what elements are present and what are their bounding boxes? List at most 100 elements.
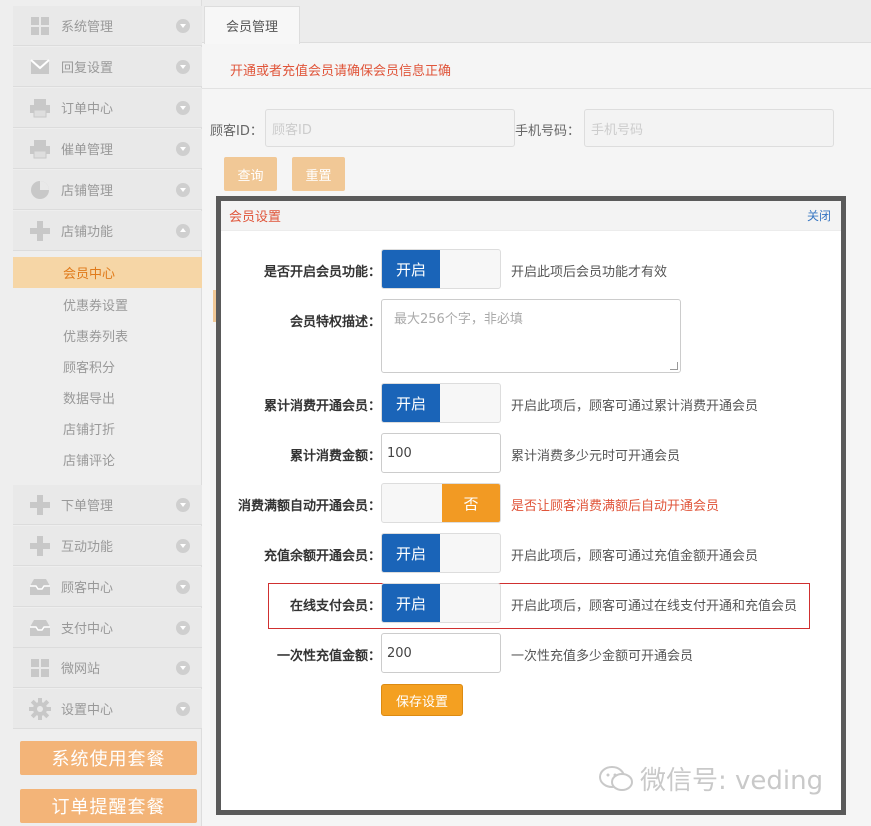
sidebar-item-label: 回复设置 <box>61 61 114 76</box>
submenu-member-center[interactable]: 会员中心 <box>13 257 202 288</box>
toggle-on-label: 开启 <box>382 384 440 422</box>
privilege-desc-label: 会员特权描述： <box>289 315 381 330</box>
auto-open-toggle[interactable]: 否 <box>381 483 501 523</box>
auto-open-hint: 是否让顾客消费满额后自动开通会员 <box>511 499 720 514</box>
submenu-data-export[interactable]: 数据导出 <box>13 382 202 413</box>
online-pay-hint: 开启此项后，顾客可通过在线支付开通和充值会员 <box>511 599 798 614</box>
inbox-icon <box>29 618 51 638</box>
resize-grip-icon[interactable] <box>670 362 678 370</box>
chevron-down-icon <box>176 579 190 594</box>
chevron-down-icon <box>176 538 190 553</box>
sidebar-item-label: 店铺功能 <box>61 225 114 240</box>
sidebar-item-label: 订单中心 <box>61 102 114 117</box>
sidebar-item-label: 店铺管理 <box>61 184 114 199</box>
online-pay-toggle[interactable]: 开启 <box>381 583 501 623</box>
one-time-amount-label: 一次性充值金额： <box>276 649 381 664</box>
customer-id-input[interactable]: 顾客ID <box>265 109 515 147</box>
query-button[interactable]: 查询 <box>224 157 277 191</box>
sidebar: 系统管理 回复设置 订单中心 催单管理 店铺管理 店铺功能 会员中心 优惠券设置… <box>0 0 202 826</box>
phone-input[interactable]: 手机号码 <box>584 109 834 147</box>
sidebar-item-customer-center[interactable]: 顾客中心 <box>13 567 202 607</box>
sidebar-item-orders[interactable]: 订单中心 <box>13 88 202 128</box>
chevron-down-icon <box>176 620 190 635</box>
gear-icon <box>29 697 51 720</box>
sidebar-item-store[interactable]: 店铺管理 <box>13 170 202 210</box>
pie-chart-icon <box>29 180 51 200</box>
sidebar-item-label: 下单管理 <box>61 499 114 514</box>
submenu-coupon-settings[interactable]: 优惠券设置 <box>13 289 202 320</box>
toggle-on-label: 开启 <box>382 534 440 572</box>
enable-member-toggle[interactable]: 开启 <box>381 249 501 289</box>
privilege-desc-textarea[interactable]: 最大256个字，非必填 <box>381 299 681 373</box>
reset-button[interactable]: 重置 <box>292 157 345 191</box>
cumulative-amount-input[interactable]: 100 <box>381 433 501 473</box>
cumulative-open-toggle[interactable]: 开启 <box>381 383 501 423</box>
chevron-down-icon <box>176 182 190 197</box>
grid-icon <box>29 16 51 36</box>
sidebar-item-label: 支付中心 <box>61 622 114 637</box>
chevron-down-icon <box>176 59 190 74</box>
wechat-icon <box>598 765 634 793</box>
sidebar-item-order-mgmt[interactable]: 下单管理 <box>13 485 202 525</box>
sidebar-item-label: 互动功能 <box>61 540 114 555</box>
cumulative-open-hint: 开启此项后，顾客可通过累计消费开通会员 <box>511 399 759 414</box>
sidebar-item-payment-center[interactable]: 支付中心 <box>13 608 202 648</box>
plus-icon <box>29 535 51 556</box>
sidebar-item-settings[interactable]: 设置中心 <box>13 689 202 729</box>
save-settings-button[interactable]: 保存设置 <box>381 684 463 716</box>
cumulative-open-label: 累计消费开通会员： <box>263 399 381 414</box>
mail-icon <box>29 57 51 77</box>
chevron-down-icon <box>176 660 190 675</box>
chevron-up-icon <box>176 223 190 238</box>
sidebar-item-label: 设置中心 <box>61 703 114 718</box>
sidebar-item-store-functions[interactable]: 店铺功能 <box>13 211 202 251</box>
inbox-icon <box>29 577 51 597</box>
recharge-open-label: 充值余额开通会员： <box>263 549 381 564</box>
submenu-store-reviews[interactable]: 店铺评论 <box>13 444 202 475</box>
system-package-button[interactable]: 系统使用套餐 <box>20 741 197 775</box>
online-pay-label: 在线支付会员： <box>289 599 381 614</box>
cumulative-amount-label: 累计消费金额： <box>289 449 381 464</box>
auto-open-label: 消费满额自动开通会员： <box>237 499 381 514</box>
printer-icon <box>29 98 51 118</box>
watermark-text: 微信号: veding <box>640 766 824 796</box>
sidebar-item-micro-site[interactable]: 微网站 <box>13 648 202 688</box>
watermark: 微信号: veding <box>598 760 823 797</box>
sidebar-item-interaction[interactable]: 互动功能 <box>13 526 202 566</box>
one-time-amount-input[interactable]: 200 <box>381 633 501 673</box>
enable-member-hint: 开启此项后会员功能才有效 <box>511 265 668 280</box>
divider <box>202 88 871 89</box>
sidebar-item-reply[interactable]: 回复设置 <box>13 47 202 87</box>
cumulative-amount-hint: 累计消费多少元时可开通会员 <box>511 449 681 464</box>
chevron-down-icon <box>176 141 190 156</box>
sidebar-item-label: 系统管理 <box>61 20 114 35</box>
plus-icon <box>29 220 51 241</box>
chevron-down-icon <box>176 100 190 115</box>
toggle-off-label: 否 <box>442 484 500 522</box>
sidebar-item-reminder[interactable]: 催单管理 <box>13 129 202 169</box>
recharge-open-toggle[interactable]: 开启 <box>381 533 501 573</box>
textarea-placeholder: 最大256个字，非必填 <box>394 312 523 327</box>
chevron-down-icon <box>176 497 190 512</box>
modal-header: 会员设置 关闭 <box>221 201 841 231</box>
tab-member-management[interactable]: 会员管理 <box>204 6 300 44</box>
modal-title: 会员设置 <box>229 210 282 225</box>
chevron-down-icon <box>176 701 190 716</box>
sidebar-item-label: 顾客中心 <box>61 581 114 596</box>
sidebar-item-system[interactable]: 系统管理 <box>13 6 202 46</box>
submenu-customer-points[interactable]: 顾客积分 <box>13 351 202 382</box>
order-reminder-package-button[interactable]: 订单提醒套餐 <box>20 789 197 823</box>
toggle-on-label: 开启 <box>382 584 440 622</box>
notice-text: 开通或者充值会员请确保会员信息正确 <box>230 64 452 79</box>
sidebar-item-label: 微网站 <box>61 662 101 677</box>
sidebar-item-label: 催单管理 <box>61 143 114 158</box>
submenu-store-discount[interactable]: 店铺打折 <box>13 413 202 444</box>
toggle-on-label: 开启 <box>382 250 440 288</box>
close-link[interactable]: 关闭 <box>807 207 831 224</box>
plus-icon <box>29 494 51 515</box>
tab-bar: 会员管理 <box>202 0 871 44</box>
enable-member-label: 是否开启会员功能： <box>263 265 381 280</box>
submenu-coupon-list[interactable]: 优惠券列表 <box>13 320 202 351</box>
customer-id-label: 顾客ID： <box>210 124 263 139</box>
phone-label: 手机号码： <box>515 124 581 139</box>
